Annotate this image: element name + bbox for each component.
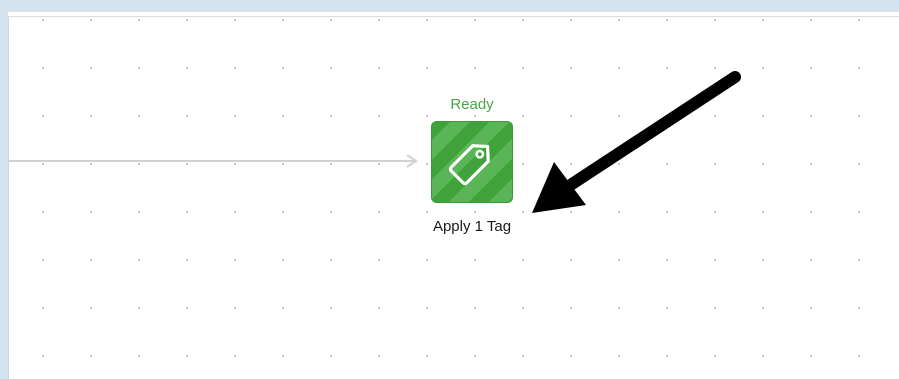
workflow-canvas[interactable]: Ready Apply 1 Tag <box>8 16 899 379</box>
workflow-node-apply-tag[interactable]: Ready Apply 1 Tag <box>422 95 522 245</box>
node-tile[interactable] <box>431 121 513 203</box>
node-status: Ready <box>450 96 494 113</box>
tag-icon <box>448 144 490 186</box>
workflow-editor: Ready Apply 1 Tag <box>0 0 899 379</box>
node-label: Apply 1 Tag <box>432 218 512 235</box>
